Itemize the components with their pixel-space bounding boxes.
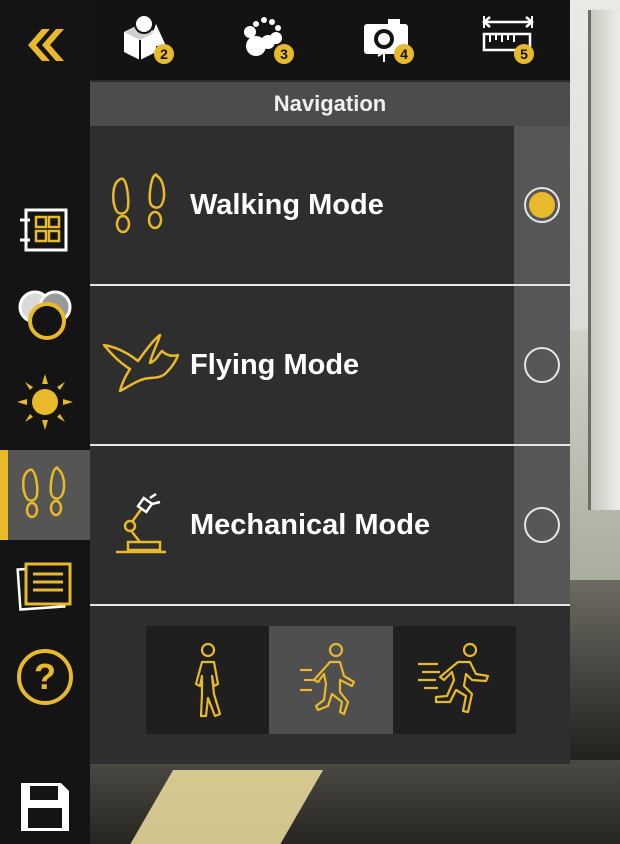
camera-tool-button[interactable]: 4 <box>330 0 450 80</box>
walking-radio[interactable] <box>524 187 560 223</box>
radio-column <box>514 286 570 444</box>
camera-badge: 4 <box>400 46 408 62</box>
camera-icon: 4 <box>364 19 414 64</box>
save-icon <box>21 783 69 831</box>
panel-title: Navigation <box>90 82 570 126</box>
collapse-icon <box>28 29 64 61</box>
sidebar: ? <box>0 0 90 844</box>
collapse-button[interactable] <box>0 0 90 90</box>
measure-tool-button[interactable]: 5 <box>450 0 570 80</box>
flying-radio[interactable] <box>524 347 560 383</box>
materials-icon <box>18 290 72 340</box>
nodes-badge: 3 <box>280 46 288 62</box>
ruler-icon: 5 <box>482 16 534 64</box>
run-speed-icon <box>418 642 490 714</box>
speed-selector <box>146 626 516 734</box>
save-button[interactable] <box>0 770 90 844</box>
radio-selected-dot <box>529 192 555 218</box>
notes-button[interactable] <box>0 552 90 622</box>
mechanical-radio[interactable] <box>524 507 560 543</box>
radio-column <box>514 446 570 604</box>
walk-speed-icon <box>194 642 221 718</box>
walk-speed-button[interactable] <box>146 626 270 734</box>
lighting-button[interactable] <box>0 362 90 442</box>
help-button[interactable]: ? <box>0 632 90 722</box>
measure-badge: 5 <box>520 46 528 62</box>
floorplan-icon <box>20 208 68 252</box>
sun-icon <box>17 374 73 430</box>
help-label: ? <box>34 656 56 697</box>
radio-column <box>514 126 570 284</box>
scene-door <box>588 10 620 510</box>
objects-badge: 2 <box>160 46 168 62</box>
run-speed-button[interactable] <box>392 626 516 734</box>
help-icon: ? <box>17 649 73 705</box>
scene-floor-right <box>570 580 620 770</box>
mode-label-walking: Walking Mode <box>190 188 384 221</box>
top-toolbar: 2 3 4 5 <box>90 0 570 80</box>
objects-tool-button[interactable]: 2 <box>90 0 210 80</box>
navigation-icon <box>22 466 66 519</box>
nodes-tool-button[interactable]: 3 <box>210 0 330 80</box>
jog-speed-button[interactable] <box>269 626 393 734</box>
robot-arm-icon <box>90 492 190 558</box>
nodes-icon: 3 <box>244 17 294 64</box>
jog-speed-icon <box>299 642 356 716</box>
navigation-button[interactable] <box>0 450 90 540</box>
mode-label-flying: Flying Mode <box>190 348 360 381</box>
mode-row-walking[interactable]: Walking Mode <box>90 126 570 286</box>
bird-icon <box>90 333 190 397</box>
footprints-icon <box>90 172 190 238</box>
shapes-icon: 2 <box>124 14 174 64</box>
floorplan-button[interactable] <box>0 190 90 270</box>
navigation-panel: Navigation Walking Mode Flying Mode Mech… <box>90 82 570 764</box>
mode-label-mechanical: Mechanical Mode <box>190 508 431 541</box>
materials-button[interactable] <box>0 280 90 350</box>
notes-icon <box>16 562 72 611</box>
mode-row-mechanical[interactable]: Mechanical Mode <box>90 446 570 606</box>
mode-row-flying[interactable]: Flying Mode <box>90 286 570 446</box>
